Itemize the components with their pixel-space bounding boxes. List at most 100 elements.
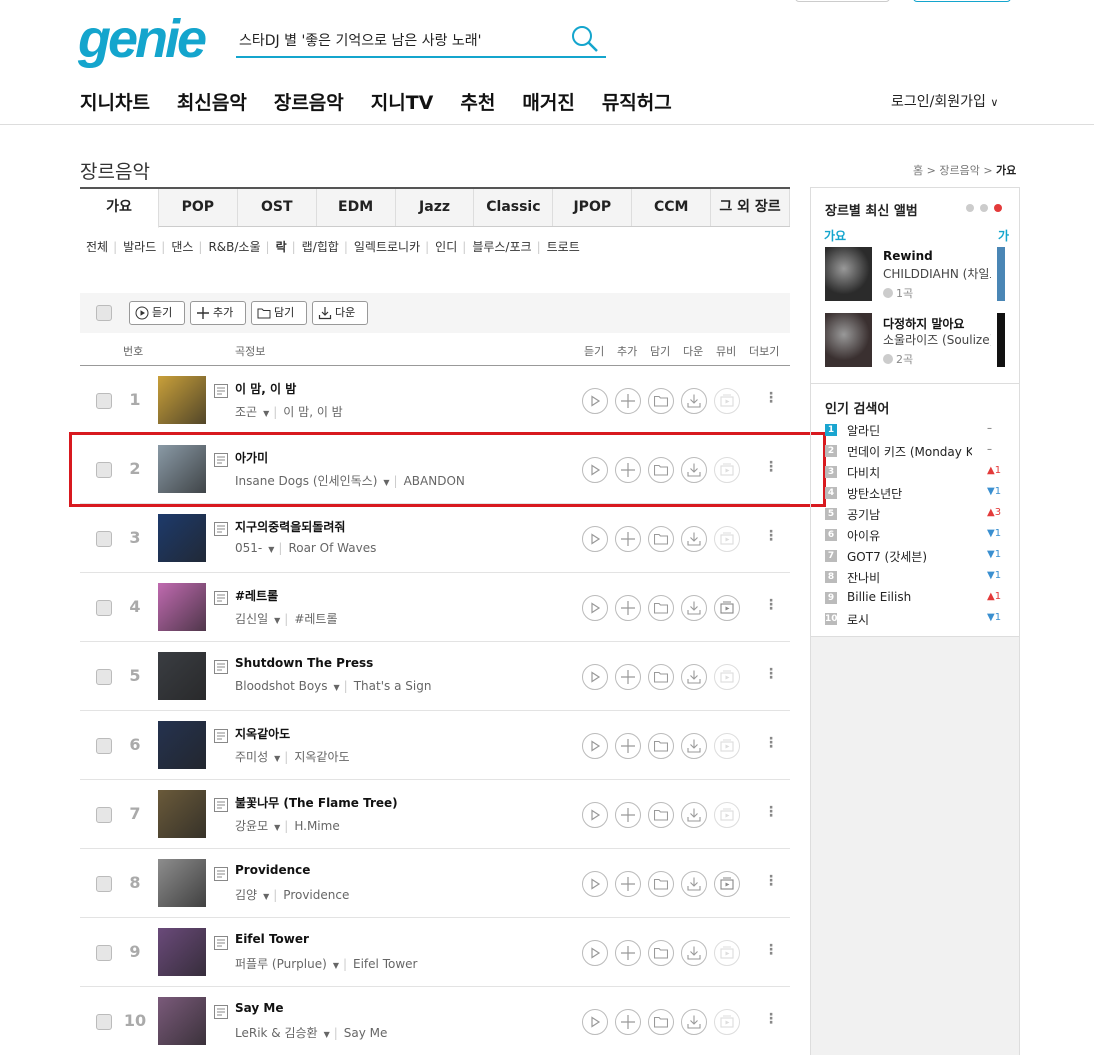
album-cover[interactable] bbox=[158, 859, 206, 907]
download-button[interactable]: 다운 bbox=[312, 301, 368, 325]
more-icon[interactable]: ⋮ bbox=[764, 390, 778, 406]
song-artist[interactable]: 김신일 bbox=[235, 612, 268, 626]
genre-tab[interactable]: POP bbox=[158, 189, 238, 226]
mv-icon[interactable] bbox=[714, 664, 740, 690]
latest-album-artist[interactable]: CHILDDIAHN (차일드디안) bbox=[883, 265, 991, 282]
latest-album-item[interactable]: Rewind CHILDDIAHN (차일드디안) 1곡 bbox=[825, 247, 1005, 301]
song-album[interactable]: Providence bbox=[283, 888, 349, 902]
album-cover[interactable] bbox=[158, 790, 206, 838]
download-icon[interactable] bbox=[681, 388, 707, 414]
song-album[interactable]: Eifel Tower bbox=[353, 957, 417, 971]
subgenre-item[interactable]: 블루스/포크 bbox=[472, 240, 531, 254]
download-icon[interactable] bbox=[681, 871, 707, 897]
mv-icon[interactable] bbox=[714, 802, 740, 828]
lyrics-icon[interactable] bbox=[214, 797, 228, 812]
more-icon[interactable]: ⋮ bbox=[764, 528, 778, 544]
row-checkbox[interactable] bbox=[96, 531, 112, 547]
album-cover[interactable] bbox=[158, 376, 206, 424]
download-icon[interactable] bbox=[681, 595, 707, 621]
nav-item[interactable]: 장르음악 bbox=[274, 88, 344, 115]
latest-album-title[interactable]: Rewind bbox=[883, 249, 933, 263]
subgenre-item[interactable]: 전체 bbox=[86, 240, 108, 254]
keyword-item[interactable]: 3 다비치 ▲1 bbox=[825, 464, 1010, 480]
subgenre-item[interactable]: 발라드 bbox=[123, 240, 156, 254]
latest-album-cover[interactable] bbox=[825, 247, 872, 301]
lyrics-icon[interactable] bbox=[214, 866, 228, 881]
plus-icon[interactable] bbox=[615, 595, 641, 621]
album-cover[interactable] bbox=[158, 583, 206, 631]
carousel-dot[interactable] bbox=[966, 204, 974, 212]
plus-icon[interactable] bbox=[615, 1009, 641, 1035]
plus-icon[interactable] bbox=[615, 940, 641, 966]
folder-icon[interactable] bbox=[648, 1009, 674, 1035]
more-icon[interactable]: ⋮ bbox=[764, 666, 778, 682]
artist-dropdown-icon[interactable]: ▼ bbox=[263, 892, 269, 901]
plus-icon[interactable] bbox=[615, 733, 641, 759]
folder-icon[interactable] bbox=[648, 733, 674, 759]
keyword-item[interactable]: 4 방탄소년단 ▼1 bbox=[825, 485, 1010, 501]
download-icon[interactable] bbox=[681, 802, 707, 828]
plus-icon[interactable] bbox=[615, 871, 641, 897]
song-artist[interactable]: 주미성 bbox=[235, 750, 268, 764]
song-album[interactable]: Roar Of Waves bbox=[288, 541, 376, 555]
mv-icon[interactable] bbox=[714, 1009, 740, 1035]
keyword-item[interactable]: 2 먼데이 키즈 (Monday Kiz) – bbox=[825, 443, 1010, 459]
download-icon[interactable] bbox=[681, 1009, 707, 1035]
folder-icon[interactable] bbox=[648, 526, 674, 552]
album-cover[interactable] bbox=[158, 514, 206, 562]
search-input[interactable]: 스타DJ 별 '좋은 기억으로 남은 사랑 노래' bbox=[239, 30, 482, 50]
keyword-text[interactable]: 먼데이 키즈 (Monday Kiz) bbox=[847, 443, 972, 460]
artist-dropdown-icon[interactable]: ▼ bbox=[274, 754, 280, 763]
download-icon[interactable] bbox=[681, 940, 707, 966]
artist-dropdown-icon[interactable]: ▼ bbox=[274, 616, 280, 625]
genre-tab[interactable]: Classic bbox=[474, 189, 554, 226]
more-icon[interactable]: ⋮ bbox=[764, 1011, 778, 1027]
row-checkbox[interactable] bbox=[96, 945, 112, 961]
row-checkbox[interactable] bbox=[96, 1014, 112, 1030]
song-artist[interactable]: 퍼플루 (Purplue) bbox=[235, 957, 327, 971]
more-icon[interactable]: ⋮ bbox=[764, 942, 778, 958]
song-artist[interactable]: 051- bbox=[235, 541, 262, 555]
artist-dropdown-icon[interactable]: ▼ bbox=[334, 683, 340, 692]
keyword-text[interactable]: 공기남 bbox=[847, 506, 972, 523]
subgenre-item[interactable]: 랩/힙합 bbox=[302, 240, 339, 254]
mv-icon[interactable] bbox=[714, 871, 740, 897]
play-icon[interactable] bbox=[582, 595, 608, 621]
nav-item[interactable]: 지니TV bbox=[371, 88, 434, 115]
mv-icon[interactable] bbox=[714, 526, 740, 552]
song-artist[interactable]: Bloodshot Boys bbox=[235, 679, 328, 693]
song-album[interactable]: That's a Sign bbox=[354, 679, 432, 693]
mv-icon[interactable] bbox=[714, 940, 740, 966]
folder-icon[interactable] bbox=[648, 664, 674, 690]
mv-icon[interactable] bbox=[714, 595, 740, 621]
more-icon[interactable]: ⋮ bbox=[764, 735, 778, 751]
carousel-dot[interactable] bbox=[980, 204, 988, 212]
artist-dropdown-icon[interactable]: ▼ bbox=[324, 1030, 330, 1039]
subgenre-item[interactable]: 댄스 bbox=[171, 240, 193, 254]
keyword-item[interactable]: 8 잔나비 ▼1 bbox=[825, 569, 1010, 585]
genre-tab[interactable]: OST bbox=[237, 189, 317, 226]
song-artist[interactable]: LeRik & 김승환 bbox=[235, 1026, 318, 1040]
more-icon[interactable]: ⋮ bbox=[764, 873, 778, 889]
top-util-button[interactable] bbox=[795, 0, 890, 2]
carousel-dot-active[interactable] bbox=[994, 204, 1002, 212]
play-icon[interactable] bbox=[582, 388, 608, 414]
genie-logo[interactable]: genie bbox=[78, 8, 207, 70]
row-checkbox[interactable] bbox=[96, 807, 112, 823]
subgenre-item[interactable]: 인디 bbox=[435, 240, 457, 254]
lyrics-icon[interactable] bbox=[214, 728, 228, 743]
plus-icon[interactable] bbox=[615, 664, 641, 690]
crumb-genre[interactable]: 장르음악 bbox=[939, 164, 979, 177]
nav-item[interactable]: 추천 bbox=[460, 88, 495, 115]
song-title[interactable]: 이 맘, 이 밤 bbox=[235, 380, 296, 397]
search-icon[interactable] bbox=[570, 24, 600, 54]
nav-item[interactable]: 최신음악 bbox=[177, 88, 247, 115]
login-link[interactable]: 로그인/회원가입 ∨ bbox=[891, 91, 998, 111]
folder-icon[interactable] bbox=[648, 940, 674, 966]
keyword-item[interactable]: 10 로시 ▼1 bbox=[825, 611, 1010, 627]
folder-icon[interactable] bbox=[648, 871, 674, 897]
artist-dropdown-icon[interactable]: ▼ bbox=[268, 545, 274, 554]
row-checkbox[interactable] bbox=[96, 393, 112, 409]
keyword-text[interactable]: 잔나비 bbox=[847, 569, 972, 586]
latest-album-item[interactable]: 다정하지 말아요 소울라이즈 (Soulize) 2곡 bbox=[825, 313, 1005, 367]
